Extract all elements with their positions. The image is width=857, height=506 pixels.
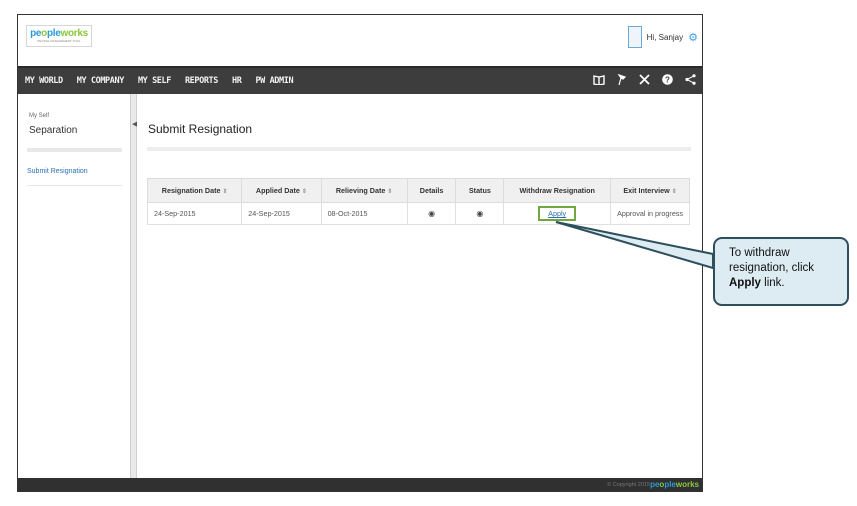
sidebar-title: Separation: [29, 125, 78, 136]
pin-icon[interactable]: [617, 73, 627, 89]
cell-withdraw: Apply: [503, 202, 612, 225]
nav-item-my-world[interactable]: MY WORLD: [18, 76, 70, 86]
apply-link[interactable]: Apply: [548, 209, 566, 218]
sidebar-collapse-handle[interactable]: ◀: [130, 94, 137, 479]
brand-logo[interactable]: peopleworks PEOPLE MANAGEMENT TOOL: [26, 25, 92, 47]
logo-tagline: PEOPLE MANAGEMENT TOOL: [37, 39, 81, 43]
table-row: 24-Sep-2015 24-Sep-2015 08-Oct-2015 ◉ ◉ …: [146, 202, 690, 225]
logo-wordmark: peopleworks: [30, 28, 88, 39]
cell-status: ◉: [455, 202, 505, 225]
resignation-table: Resignation Date ⇕ Applied Date ⇕ Relievin…: [146, 178, 690, 225]
gear-icon[interactable]: ⚙: [688, 31, 698, 44]
cell-relieving-date: 08-Oct-2015: [320, 202, 408, 225]
callout-emphasis: Apply: [729, 277, 761, 289]
main-content: Submit Resignation Resignation Date ⇕ App…: [137, 94, 702, 479]
avatar[interactable]: [627, 26, 642, 48]
nav-item-reports[interactable]: REPORTS: [178, 76, 225, 86]
sidebar-item-divider: [27, 185, 122, 186]
sort-icon: ⇕: [222, 189, 228, 195]
sidebar-divider: [27, 148, 122, 152]
title-divider: [147, 147, 691, 151]
apply-highlight: Apply: [538, 206, 577, 221]
sort-icon: ⇕: [301, 189, 307, 195]
sort-icon: ⇕: [387, 189, 393, 195]
eye-icon[interactable]: ◉: [476, 209, 483, 218]
help-icon[interactable]: ?: [662, 74, 673, 88]
nav-item-my-company[interactable]: MY COMPANY: [70, 76, 131, 86]
main-nav: MY WORLD MY COMPANY MY SELF REPORTS HR P…: [18, 66, 702, 94]
sidebar: My Self Separation Submit Resignation: [18, 94, 131, 479]
nav-item-hr[interactable]: HR: [225, 76, 248, 86]
user-menu[interactable]: Hi, Sanjay ⚙: [627, 26, 698, 48]
cell-applied-date: 24-Sep-2015: [241, 202, 322, 225]
column-header-relieving-date[interactable]: Relieving Date ⇕: [320, 178, 408, 203]
breadcrumb[interactable]: My Self: [29, 113, 49, 119]
instruction-callout: To withdraw resignation, click Apply lin…: [713, 237, 849, 306]
cell-resignation-date: 24-Sep-2015: [146, 202, 243, 225]
cell-details: ◉: [406, 202, 457, 225]
user-greeting: Hi, Sanjay: [646, 32, 684, 42]
cell-exit-interview: Approval in progress: [610, 202, 690, 225]
footer: © Copyright 2015 peopleworks: [18, 478, 702, 491]
nav-item-my-self[interactable]: MY SELF: [131, 76, 178, 86]
footer-logo: peopleworks: [650, 480, 699, 489]
sidebar-item-submit-resignation[interactable]: Submit Resignation: [27, 168, 88, 175]
table-header-row: Resignation Date ⇕ Applied Date ⇕ Relievin…: [146, 178, 690, 203]
sort-icon: ⇕: [671, 189, 677, 195]
svg-text:?: ?: [665, 76, 670, 85]
eye-icon[interactable]: ◉: [428, 209, 435, 218]
copyright-text: © Copyright 2015: [607, 482, 650, 488]
share-icon[interactable]: [685, 74, 696, 88]
column-header-details: Details: [406, 178, 457, 203]
tools-icon[interactable]: [639, 74, 650, 88]
page-title: Submit Resignation: [148, 122, 253, 136]
column-header-applied-date[interactable]: Applied Date ⇕: [241, 178, 322, 203]
column-header-withdraw-resignation: Withdraw Resignation: [503, 178, 612, 203]
book-icon[interactable]: [593, 74, 605, 88]
column-header-exit-interview[interactable]: Exit Interview ⇕: [610, 178, 690, 203]
app-window: peopleworks PEOPLE MANAGEMENT TOOL Hi, S…: [17, 14, 703, 492]
top-bar: peopleworks PEOPLE MANAGEMENT TOOL Hi, S…: [18, 15, 702, 66]
nav-item-pw-admin[interactable]: PW ADMIN: [248, 76, 300, 86]
column-header-status: Status: [455, 178, 505, 203]
column-header-resignation-date[interactable]: Resignation Date ⇕: [146, 178, 243, 203]
